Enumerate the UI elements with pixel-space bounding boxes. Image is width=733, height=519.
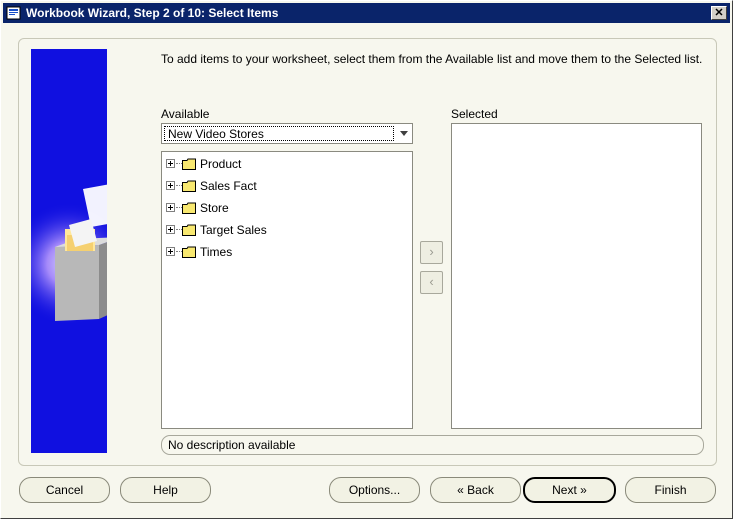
folder-icon <box>182 224 196 236</box>
tree-item-label: Store <box>200 201 229 215</box>
title-bar: Workbook Wizard, Step 2 of 10: Select It… <box>3 3 730 23</box>
expand-icon[interactable] <box>166 247 175 256</box>
folder-icon <box>182 158 196 170</box>
next-button-label: Next <box>552 483 577 497</box>
tree-item-label: Sales Fact <box>200 179 257 193</box>
chevron-left-icon: ‹ <box>429 274 434 289</box>
selected-list[interactable] <box>451 123 702 429</box>
double-chevron-left-icon: « <box>457 483 464 497</box>
double-chevron-right-icon: » <box>580 483 587 497</box>
app-icon <box>6 6 21 20</box>
folder-icon <box>182 202 196 214</box>
tree-item-label: Product <box>200 157 242 171</box>
options-button[interactable]: Options... <box>329 477 420 503</box>
folder-icon <box>182 246 196 258</box>
expand-icon[interactable] <box>166 203 175 212</box>
available-list[interactable]: Product Sales Fact Store Target Sales Ti… <box>161 151 413 429</box>
remove-item-button[interactable]: ‹ <box>420 271 443 294</box>
expand-icon[interactable] <box>166 181 175 190</box>
wizard-window: Workbook Wizard, Step 2 of 10: Select It… <box>0 0 733 519</box>
instructions-text: To add items to your worksheet, select t… <box>161 52 703 66</box>
help-button[interactable]: Help <box>120 477 211 503</box>
tree-item-label: Target Sales <box>200 223 267 237</box>
chevron-right-icon: › <box>429 244 434 259</box>
close-icon[interactable]: ✕ <box>711 6 727 20</box>
expand-icon[interactable] <box>166 225 175 234</box>
back-button-label: Back <box>467 483 494 497</box>
wizard-illustration <box>31 49 107 453</box>
cancel-button[interactable]: Cancel <box>19 477 110 503</box>
tree-item-label: Times <box>200 245 233 259</box>
window-title: Workbook Wizard, Step 2 of 10: Select It… <box>26 6 279 20</box>
selected-label: Selected <box>451 107 498 121</box>
available-label: Available <box>161 107 210 121</box>
finish-button[interactable]: Finish <box>625 477 716 503</box>
back-button[interactable]: « Back <box>430 477 521 503</box>
business-area-dropdown[interactable]: New Video Stores <box>161 123 413 144</box>
chevron-down-icon[interactable] <box>400 131 408 136</box>
add-item-button[interactable]: › <box>420 241 443 264</box>
expand-icon[interactable] <box>166 159 175 168</box>
dropdown-value: New Video Stores <box>164 126 394 141</box>
description-box: No description available <box>161 435 704 455</box>
next-button[interactable]: Next » <box>523 477 616 503</box>
folder-icon <box>182 180 196 192</box>
